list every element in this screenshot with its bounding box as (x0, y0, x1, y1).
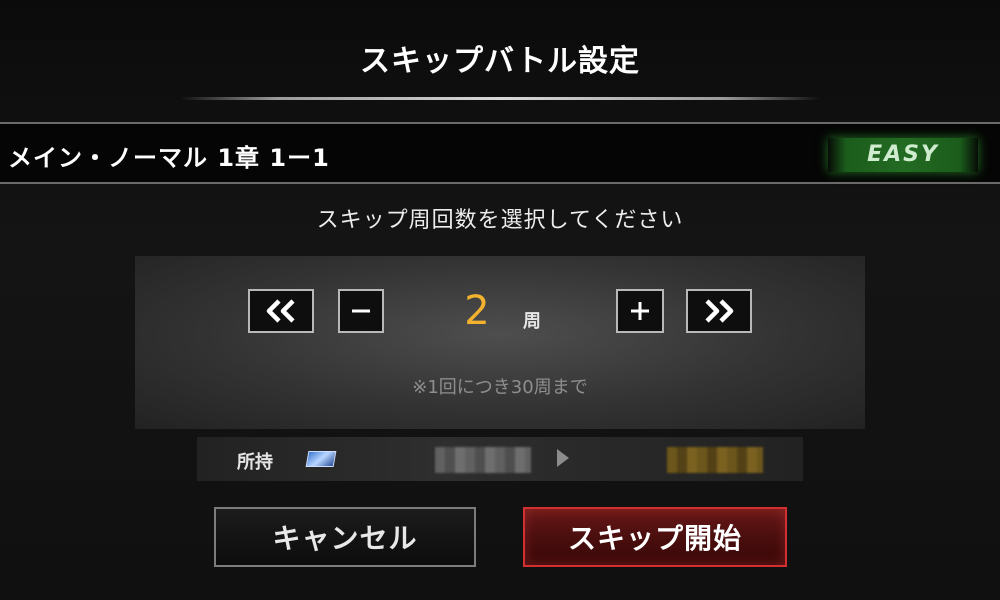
possession-label: 所持 (237, 452, 273, 473)
loop-limit-note: ※1回につき30周まで (412, 377, 588, 398)
decrease-button[interactable] (338, 289, 384, 333)
decrease-max-button[interactable] (248, 289, 314, 333)
instruction-text: スキップ周回数を選択してください (316, 208, 684, 233)
double-chevron-left-icon (266, 299, 295, 323)
ticket-icon (305, 451, 337, 467)
possession-row: 所持 (197, 437, 803, 481)
loop-count-panel: 2 周 ※1回につき30周まで (135, 256, 865, 429)
increase-button[interactable] (616, 289, 664, 333)
plus-icon (631, 302, 649, 320)
increase-max-button[interactable] (686, 289, 752, 333)
cancel-button[interactable]: キャンセル (214, 507, 476, 567)
loop-count-value: 2 (464, 288, 490, 334)
stage-name: メイン・ノーマル 1章 1ー1 (8, 144, 330, 172)
double-chevron-right-icon (705, 299, 734, 323)
skip-battle-dialog: スキップバトル設定 メイン・ノーマル 1章 1ー1 EASY スキップ周回数を選… (0, 0, 1000, 600)
loop-count-unit: 周 (523, 311, 541, 332)
dialog-title: スキップバトル設定 (360, 44, 640, 79)
start-skip-button[interactable]: スキップ開始 (523, 507, 787, 567)
difficulty-badge: EASY (828, 138, 978, 172)
title-divider (180, 97, 820, 100)
minus-icon (352, 309, 370, 313)
stage-info-bar: メイン・ノーマル 1章 1ー1 EASY (0, 122, 1000, 184)
owned-amount-before (435, 447, 531, 473)
triangle-right-icon (557, 449, 569, 467)
owned-amount-after (667, 447, 763, 473)
